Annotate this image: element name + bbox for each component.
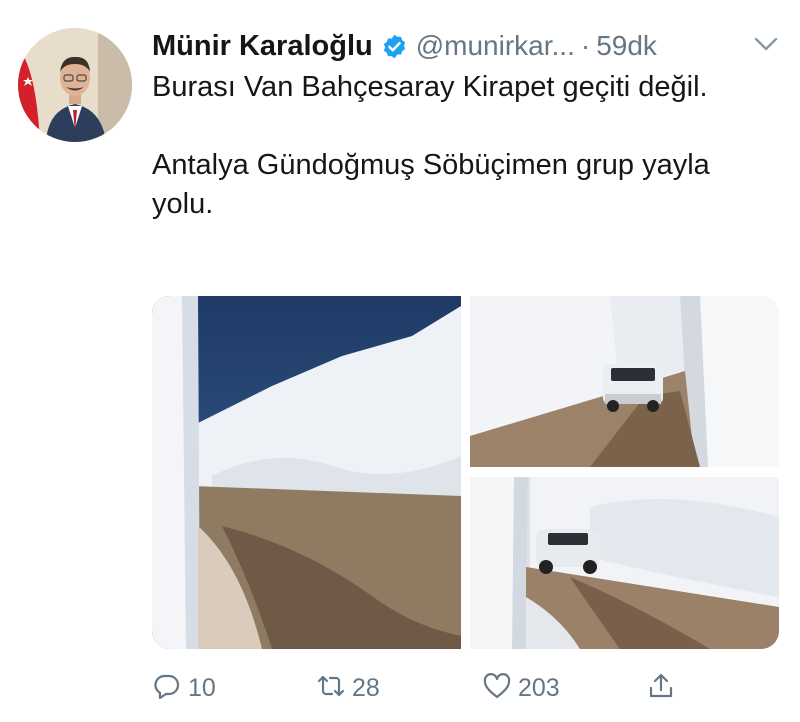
reply-count: 10 [188, 673, 216, 702]
share-icon [646, 671, 676, 706]
photo-snow-road-3[interactable] [470, 477, 779, 649]
tweet-paragraph: Burası Van Bahçesaray Kirapet geçiti değ… [152, 71, 708, 103]
author-name[interactable]: Münir Karaloğlu [152, 30, 373, 63]
like-icon [482, 671, 512, 706]
reply-button[interactable]: 10 [152, 668, 216, 708]
separator-dot: · [580, 30, 591, 61]
reply-icon [152, 671, 182, 706]
chevron-down-icon[interactable] [752, 34, 780, 54]
retweet-count: 28 [352, 673, 380, 702]
like-button[interactable]: 203 [482, 668, 560, 708]
author-handle[interactable]: @munirkar... [416, 30, 575, 62]
avatar[interactable] [18, 28, 132, 142]
avatar-image [18, 28, 132, 142]
retweet-button[interactable]: 28 [316, 668, 380, 708]
photo-snow-road-2[interactable] [470, 296, 779, 467]
retweet-icon [316, 671, 346, 706]
tweet-text: Burası Van Bahçesaray Kirapet geçiti değ… [152, 68, 762, 224]
verified-badge-icon [381, 33, 408, 60]
tweet-actions: 10 28 203 [152, 668, 692, 708]
media-grid [152, 296, 779, 649]
tweet-time[interactable]: 59dk [596, 30, 657, 62]
like-count: 203 [518, 673, 560, 702]
tweet-header: Münir Karaloğlu @munirkar... · 59dk [152, 26, 657, 66]
share-button[interactable] [646, 668, 676, 708]
photo-snow-road-1[interactable] [152, 296, 461, 649]
tweet-paragraph: Antalya Gündoğmuş Söbüçimen grup yayla y… [152, 149, 710, 220]
